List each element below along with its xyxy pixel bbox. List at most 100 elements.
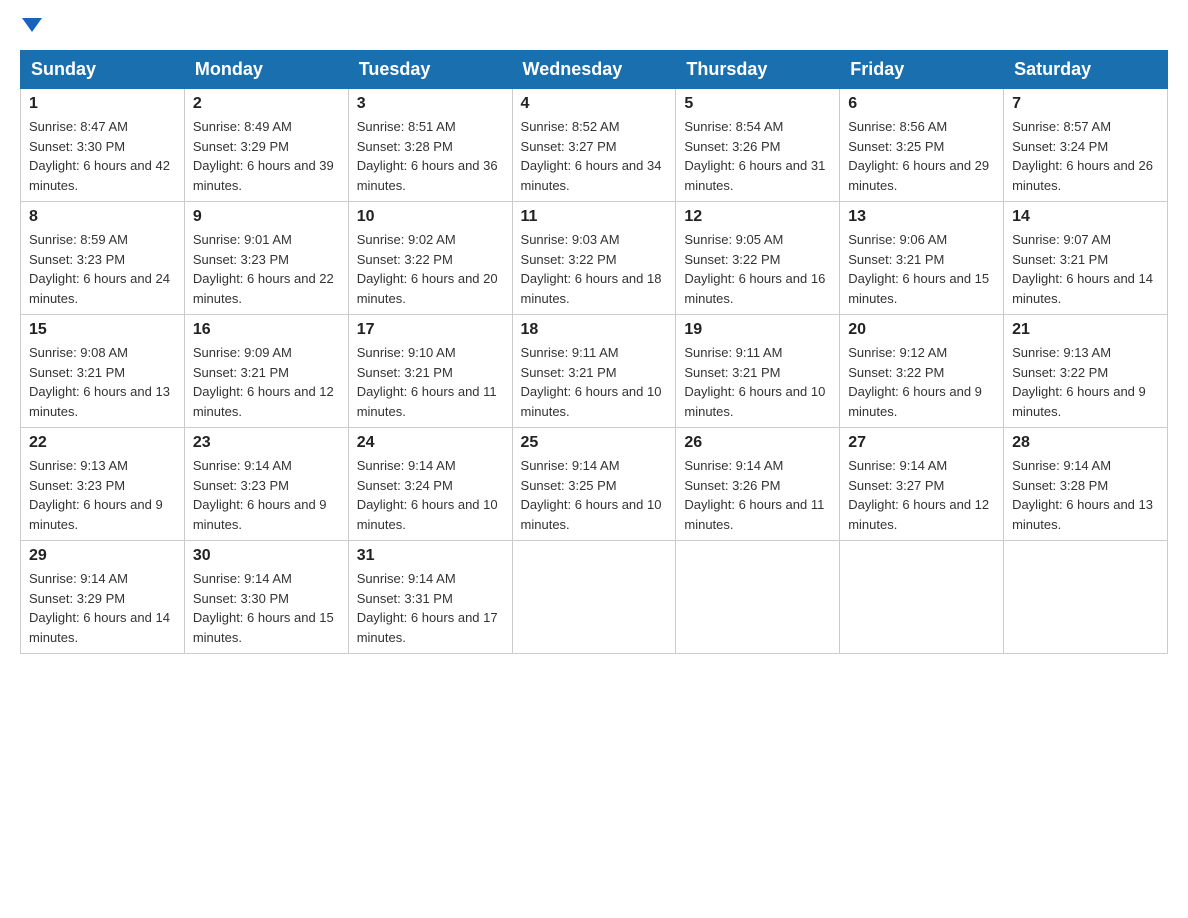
day-number: 3 xyxy=(357,95,504,113)
day-info: Sunrise: 8:51 AMSunset: 3:28 PMDaylight:… xyxy=(357,117,504,195)
calendar-day-cell: 21 Sunrise: 9:13 AMSunset: 3:22 PMDayligh… xyxy=(1004,315,1168,428)
calendar-day-cell: 19 Sunrise: 9:11 AMSunset: 3:21 PMDayligh… xyxy=(676,315,840,428)
day-number: 21 xyxy=(1012,321,1159,339)
calendar-day-cell: 24 Sunrise: 9:14 AMSunset: 3:24 PMDayligh… xyxy=(348,428,512,541)
calendar-day-cell: 13 Sunrise: 9:06 AMSunset: 3:21 PMDayligh… xyxy=(840,202,1004,315)
day-number: 14 xyxy=(1012,208,1159,226)
calendar-day-cell: 26 Sunrise: 9:14 AMSunset: 3:26 PMDayligh… xyxy=(676,428,840,541)
calendar-day-cell: 9 Sunrise: 9:01 AMSunset: 3:23 PMDaylight… xyxy=(184,202,348,315)
day-number: 30 xyxy=(193,547,340,565)
day-info: Sunrise: 9:14 AMSunset: 3:24 PMDaylight:… xyxy=(357,456,504,534)
day-info: Sunrise: 8:49 AMSunset: 3:29 PMDaylight:… xyxy=(193,117,340,195)
day-number: 27 xyxy=(848,434,995,452)
calendar-day-cell: 22 Sunrise: 9:13 AMSunset: 3:23 PMDayligh… xyxy=(21,428,185,541)
weekday-header-row: SundayMondayTuesdayWednesdayThursdayFrid… xyxy=(21,51,1168,89)
day-info: Sunrise: 9:14 AMSunset: 3:23 PMDaylight:… xyxy=(193,456,340,534)
day-number: 15 xyxy=(29,321,176,339)
day-number: 16 xyxy=(193,321,340,339)
day-info: Sunrise: 9:11 AMSunset: 3:21 PMDaylight:… xyxy=(684,343,831,421)
calendar-day-cell: 29 Sunrise: 9:14 AMSunset: 3:29 PMDayligh… xyxy=(21,541,185,654)
day-info: Sunrise: 9:14 AMSunset: 3:30 PMDaylight:… xyxy=(193,569,340,647)
day-info: Sunrise: 8:57 AMSunset: 3:24 PMDaylight:… xyxy=(1012,117,1159,195)
day-info: Sunrise: 9:14 AMSunset: 3:29 PMDaylight:… xyxy=(29,569,176,647)
calendar-day-cell xyxy=(840,541,1004,654)
day-info: Sunrise: 9:02 AMSunset: 3:22 PMDaylight:… xyxy=(357,230,504,308)
day-number: 22 xyxy=(29,434,176,452)
day-info: Sunrise: 9:13 AMSunset: 3:23 PMDaylight:… xyxy=(29,456,176,534)
calendar-week-row: 8 Sunrise: 8:59 AMSunset: 3:23 PMDaylight… xyxy=(21,202,1168,315)
calendar-day-cell: 14 Sunrise: 9:07 AMSunset: 3:21 PMDayligh… xyxy=(1004,202,1168,315)
calendar-day-cell: 25 Sunrise: 9:14 AMSunset: 3:25 PMDayligh… xyxy=(512,428,676,541)
weekday-header-monday: Monday xyxy=(184,51,348,89)
calendar-day-cell: 15 Sunrise: 9:08 AMSunset: 3:21 PMDayligh… xyxy=(21,315,185,428)
day-number: 7 xyxy=(1012,95,1159,113)
day-info: Sunrise: 9:14 AMSunset: 3:27 PMDaylight:… xyxy=(848,456,995,534)
day-info: Sunrise: 9:11 AMSunset: 3:21 PMDaylight:… xyxy=(521,343,668,421)
calendar-day-cell: 11 Sunrise: 9:03 AMSunset: 3:22 PMDayligh… xyxy=(512,202,676,315)
day-info: Sunrise: 8:52 AMSunset: 3:27 PMDaylight:… xyxy=(521,117,668,195)
day-number: 18 xyxy=(521,321,668,339)
weekday-header-saturday: Saturday xyxy=(1004,51,1168,89)
calendar-day-cell: 30 Sunrise: 9:14 AMSunset: 3:30 PMDayligh… xyxy=(184,541,348,654)
weekday-header-wednesday: Wednesday xyxy=(512,51,676,89)
day-number: 12 xyxy=(684,208,831,226)
day-info: Sunrise: 9:13 AMSunset: 3:22 PMDaylight:… xyxy=(1012,343,1159,421)
day-info: Sunrise: 9:05 AMSunset: 3:22 PMDaylight:… xyxy=(684,230,831,308)
day-number: 11 xyxy=(521,208,668,226)
day-number: 13 xyxy=(848,208,995,226)
day-info: Sunrise: 9:14 AMSunset: 3:25 PMDaylight:… xyxy=(521,456,668,534)
calendar-day-cell xyxy=(676,541,840,654)
calendar-day-cell: 28 Sunrise: 9:14 AMSunset: 3:28 PMDayligh… xyxy=(1004,428,1168,541)
calendar-day-cell: 20Sunrise: 9:12 AMSunset: 3:22 PMDayligh… xyxy=(840,315,1004,428)
day-info: Sunrise: 8:54 AMSunset: 3:26 PMDaylight:… xyxy=(684,117,831,195)
day-info: Sunrise: 9:09 AMSunset: 3:21 PMDaylight:… xyxy=(193,343,340,421)
day-number: 8 xyxy=(29,208,176,226)
day-number: 25 xyxy=(521,434,668,452)
day-info: Sunrise: 9:07 AMSunset: 3:21 PMDaylight:… xyxy=(1012,230,1159,308)
day-number: 4 xyxy=(521,95,668,113)
day-number: 9 xyxy=(193,208,340,226)
day-info: Sunrise: 9:14 AMSunset: 3:31 PMDaylight:… xyxy=(357,569,504,647)
day-info: Sunrise: 9:14 AMSunset: 3:28 PMDaylight:… xyxy=(1012,456,1159,534)
calendar-day-cell: 27 Sunrise: 9:14 AMSunset: 3:27 PMDayligh… xyxy=(840,428,1004,541)
calendar-day-cell: 4 Sunrise: 8:52 AMSunset: 3:27 PMDaylight… xyxy=(512,89,676,202)
day-info: Sunrise: 9:14 AMSunset: 3:26 PMDaylight:… xyxy=(684,456,831,534)
day-number: 1 xyxy=(29,95,176,113)
day-number: 24 xyxy=(357,434,504,452)
calendar-week-row: 1 Sunrise: 8:47 AMSunset: 3:30 PMDaylight… xyxy=(21,89,1168,202)
calendar-week-row: 15 Sunrise: 9:08 AMSunset: 3:21 PMDayligh… xyxy=(21,315,1168,428)
calendar-day-cell: 7 Sunrise: 8:57 AMSunset: 3:24 PMDaylight… xyxy=(1004,89,1168,202)
calendar-day-cell: 10 Sunrise: 9:02 AMSunset: 3:22 PMDayligh… xyxy=(348,202,512,315)
day-number: 6 xyxy=(848,95,995,113)
day-info: Sunrise: 9:08 AMSunset: 3:21 PMDaylight:… xyxy=(29,343,176,421)
calendar-table: SundayMondayTuesdayWednesdayThursdayFrid… xyxy=(20,50,1168,654)
day-number: 29 xyxy=(29,547,176,565)
day-info: Sunrise: 8:47 AMSunset: 3:30 PMDaylight:… xyxy=(29,117,176,195)
calendar-day-cell: 6 Sunrise: 8:56 AMSunset: 3:25 PMDaylight… xyxy=(840,89,1004,202)
calendar-day-cell: 5 Sunrise: 8:54 AMSunset: 3:26 PMDaylight… xyxy=(676,89,840,202)
page-header xyxy=(20,20,1168,34)
day-number: 5 xyxy=(684,95,831,113)
calendar-day-cell xyxy=(512,541,676,654)
day-info: Sunrise: 9:10 AMSunset: 3:21 PMDaylight:… xyxy=(357,343,504,421)
logo xyxy=(20,20,42,34)
calendar-day-cell: 2Sunrise: 8:49 AMSunset: 3:29 PMDaylight… xyxy=(184,89,348,202)
weekday-header-friday: Friday xyxy=(840,51,1004,89)
calendar-day-cell: 8 Sunrise: 8:59 AMSunset: 3:23 PMDaylight… xyxy=(21,202,185,315)
day-number: 28 xyxy=(1012,434,1159,452)
day-info: Sunrise: 9:03 AMSunset: 3:22 PMDaylight:… xyxy=(521,230,668,308)
day-info: Sunrise: 8:56 AMSunset: 3:25 PMDaylight:… xyxy=(848,117,995,195)
day-info: Sunrise: 8:59 AMSunset: 3:23 PMDaylight:… xyxy=(29,230,176,308)
calendar-week-row: 22 Sunrise: 9:13 AMSunset: 3:23 PMDayligh… xyxy=(21,428,1168,541)
weekday-header-tuesday: Tuesday xyxy=(348,51,512,89)
day-info: Sunrise: 9:06 AMSunset: 3:21 PMDaylight:… xyxy=(848,230,995,308)
day-number: 10 xyxy=(357,208,504,226)
weekday-header-thursday: Thursday xyxy=(676,51,840,89)
day-number: 17 xyxy=(357,321,504,339)
day-info: Sunrise: 9:01 AMSunset: 3:23 PMDaylight:… xyxy=(193,230,340,308)
day-number: 26 xyxy=(684,434,831,452)
weekday-header-sunday: Sunday xyxy=(21,51,185,89)
calendar-day-cell: 12 Sunrise: 9:05 AMSunset: 3:22 PMDayligh… xyxy=(676,202,840,315)
day-number: 19 xyxy=(684,321,831,339)
logo-arrow-icon xyxy=(22,18,42,32)
